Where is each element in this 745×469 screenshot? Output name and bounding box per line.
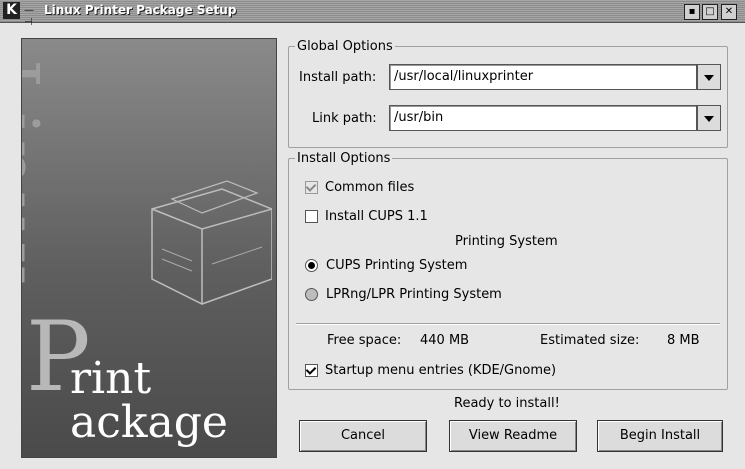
common-files-label: Common files (325, 180, 415, 195)
banner-linux-text: Linux (21, 59, 54, 289)
global-options-group: Global Options (288, 39, 728, 148)
printer-illustration-icon (151, 180, 272, 305)
install-path-combo[interactable]: /usr/local/linuxprinter (389, 64, 721, 90)
separator (296, 323, 720, 325)
link-path-field[interactable]: /usr/bin (389, 105, 697, 131)
print-package-banner: Linux P rint ackage (21, 38, 277, 458)
link-path-combo[interactable]: /usr/bin (389, 105, 721, 131)
chevron-down-icon[interactable] (697, 105, 721, 131)
link-path-label: Link path: (312, 111, 377, 126)
global-options-legend: Global Options (295, 39, 395, 54)
install-path-field[interactable]: /usr/local/linuxprinter (389, 64, 697, 90)
checkbox-icon[interactable] (305, 210, 318, 223)
window-title: Linux Printer Package Setup (44, 3, 237, 17)
checkbox-icon[interactable] (305, 364, 318, 377)
install-options-legend: Install Options (295, 151, 393, 166)
status-text: Ready to install! (454, 396, 560, 411)
chevron-down-icon[interactable] (697, 64, 721, 90)
startup-menu-checkbox[interactable]: Startup menu entries (KDE/Gnome) (305, 363, 556, 378)
banner-word-rint: rint (70, 353, 152, 404)
begin-install-button[interactable]: Begin Install (597, 420, 723, 452)
install-cups-label: Install CUPS 1.1 (325, 209, 428, 224)
common-files-checkbox[interactable]: Common files (305, 180, 414, 195)
cups-radio[interactable]: CUPS Printing System (305, 258, 467, 273)
view-readme-button[interactable]: View Readme (449, 420, 577, 452)
install-path-label: Install path: (299, 70, 377, 85)
install-cups-checkbox[interactable]: Install CUPS 1.1 (305, 209, 428, 224)
kde-k-icon[interactable]: K (3, 2, 20, 19)
free-space-value: 440 MB (420, 333, 470, 348)
estimated-size-label: Estimated size: (540, 333, 640, 348)
minimize-button[interactable]: ▪ (684, 4, 700, 20)
free-space-label: Free space: (327, 333, 402, 348)
radio-icon[interactable] (305, 288, 318, 301)
close-button[interactable]: ✕ (721, 4, 737, 20)
lprng-label: LPRng/LPR Printing System (326, 287, 502, 302)
title-bar[interactable]: K —⊣ Linux Printer Package Setup ▪ □ ✕ (0, 0, 745, 28)
lprng-radio[interactable]: LPRng/LPR Printing System (305, 287, 502, 302)
radio-icon[interactable] (305, 259, 318, 272)
pin-icon[interactable]: —⊣ (24, 5, 42, 28)
cancel-button[interactable]: Cancel (299, 420, 427, 452)
maximize-button[interactable]: □ (702, 4, 718, 20)
startup-menu-label: Startup menu entries (KDE/Gnome) (325, 363, 557, 378)
printing-system-heading: Printing System (455, 234, 558, 249)
checkbox-icon[interactable] (305, 181, 318, 194)
banner-word-ackage: ackage (70, 397, 228, 448)
estimated-size-value: 8 MB (667, 333, 700, 348)
cups-label: CUPS Printing System (326, 258, 468, 273)
